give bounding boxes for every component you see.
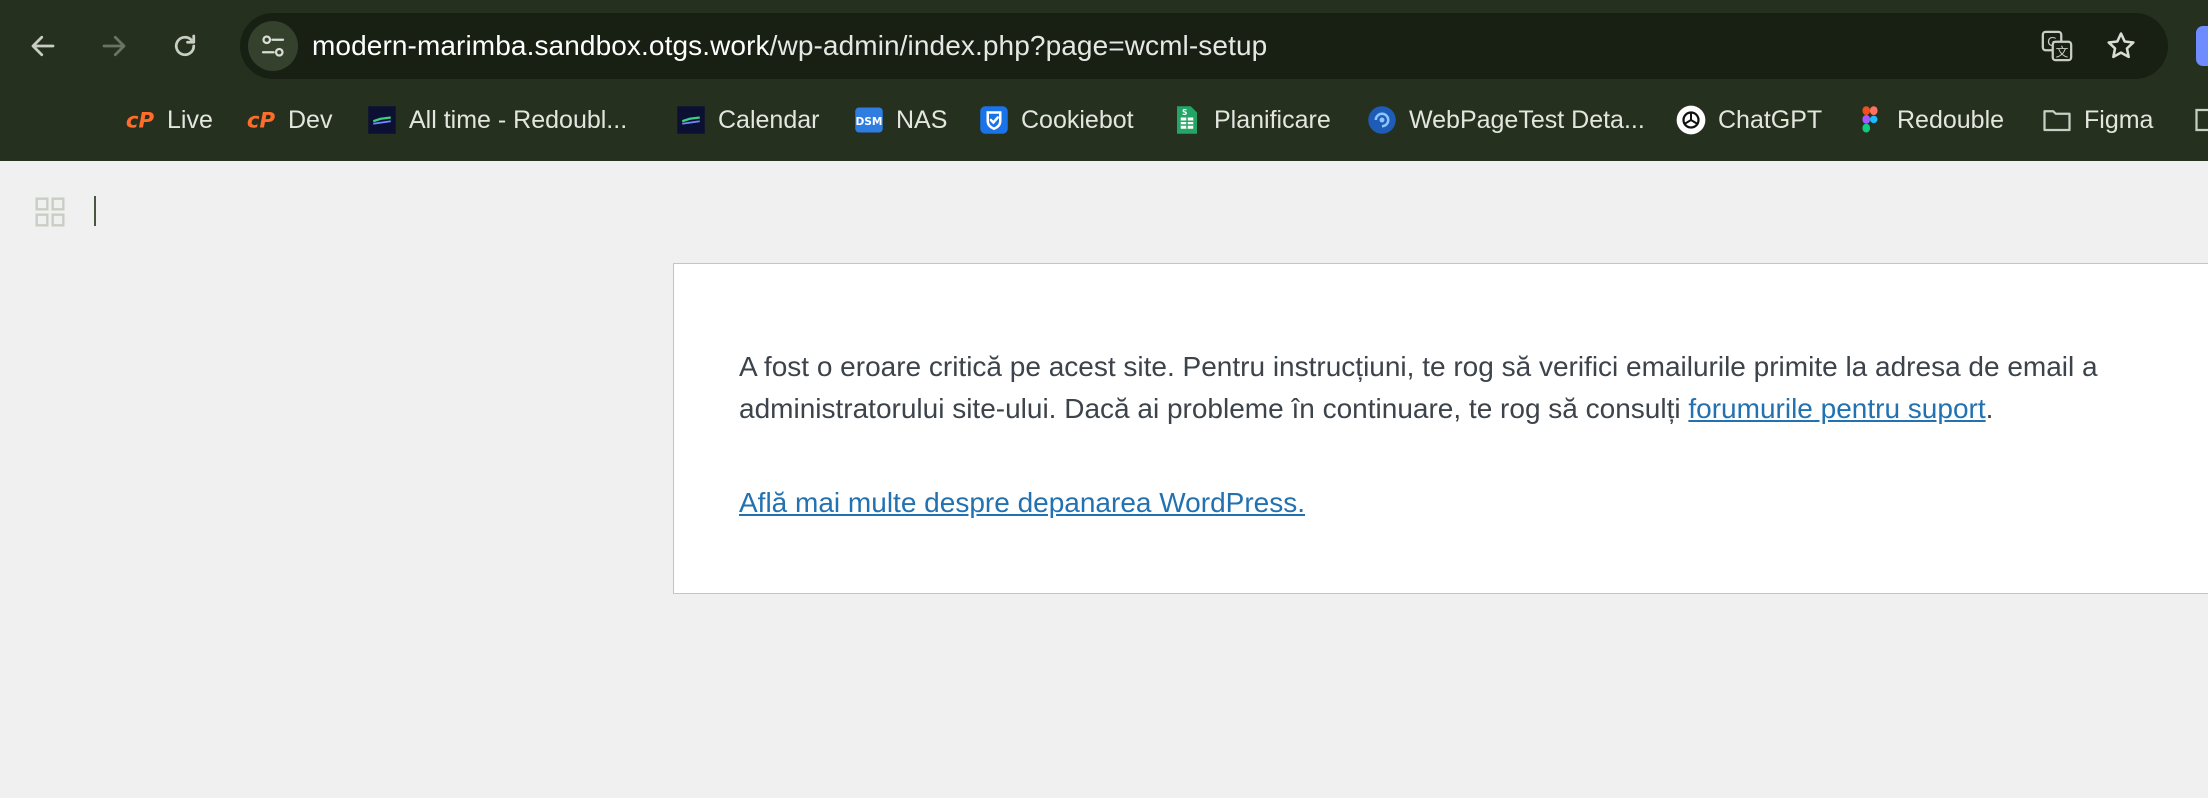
bookmark-all-time-redouble[interactable]: All time - Redoubl... [367,100,627,140]
translate-icon[interactable]: G 文 [2040,29,2074,63]
url-text[interactable]: modern-marimba.sandbox.otgs.work/wp-admi… [312,13,1267,79]
redouble-dashboard-icon [367,105,397,135]
back-button[interactable] [20,23,66,69]
folder-icon [2194,105,2208,135]
browser-chrome: modern-marimba.sandbox.otgs.work/wp-admi… [0,0,2208,227]
bookmark-dev[interactable]: cP Dev [246,100,333,140]
critical-error-box: A fost o eroare critică pe acest site. P… [673,263,2208,594]
redouble-dashboard-icon [676,105,706,135]
bookmark-chatgpt[interactable]: ChatGPT [1676,100,1822,140]
bookmarks-divider [94,196,96,226]
svg-text:S: S [1182,108,1187,117]
bookmark-label: Redouble [1897,105,2005,134]
bookmark-label: Live [167,105,213,134]
reload-button[interactable] [162,23,208,69]
bookmark-label: All time - Redoubl... [409,105,628,134]
error-text-end: . [1985,393,1994,424]
webpagetest-icon [1367,105,1397,135]
address-bar[interactable]: modern-marimba.sandbox.otgs.work/wp-admi… [240,13,2168,79]
bookmark-live[interactable]: cP Live [125,100,213,140]
chatgpt-icon [1676,105,1706,135]
google-sheets-icon: S [1172,105,1202,135]
forward-arrow-icon [102,35,126,57]
bookmark-cookiebot[interactable]: Cookiebot [979,100,1134,140]
bookmark-label: Planificare [1214,105,1331,134]
browser-toolbar: modern-marimba.sandbox.otgs.work/wp-admi… [0,0,2208,92]
folder-icon [2042,105,2072,135]
bookmark-calendar[interactable]: Calendar [676,100,819,140]
apps-grid-icon[interactable] [34,196,66,228]
svg-text:cP: cP [247,109,276,134]
error-message: A fost o eroare critică pe acest site. P… [739,346,2159,430]
bookmark-label: Cookiebot [1021,105,1134,134]
figma-icon [1855,105,1885,135]
bookmark-label: WebPageTest Deta... [1409,105,1645,134]
bookmark-label: Calendar [718,105,820,134]
support-forums-link[interactable]: forumurile pentru suport [1688,393,1985,424]
cookiebot-icon [979,105,1009,135]
profile-chip[interactable] [2196,26,2208,66]
url-host: modern-marimba.sandbox.otgs.work [312,30,770,61]
bookmark-webpagetest[interactable]: WebPageTest Deta... [1367,100,1645,140]
bookmark-figma-folder[interactable]: Figma [2042,100,2153,140]
bookmark-label: ChatGPT [1718,105,1823,134]
bookmark-label: Dev [288,105,333,134]
svg-text:DSM: DSM [855,115,882,128]
bookmark-label: NAS [896,105,948,134]
svg-text:文: 文 [2056,46,2069,61]
back-arrow-icon [31,35,55,57]
svg-text:cP: cP [126,109,155,134]
bookmark-redouble[interactable]: Redouble [1855,100,2004,140]
cpanel-icon: cP [125,105,155,135]
bookmark-overflow[interactable] [2194,100,2208,140]
url-path: /wp-admin/index.php?page=wcml-setup [769,30,1268,61]
bookmark-planificare[interactable]: S Planificare [1172,100,1331,140]
bookmark-star-icon[interactable] [2104,29,2138,63]
forward-button[interactable] [91,23,137,69]
bookmark-nas[interactable]: DSM NAS [854,100,947,140]
dsm-icon: DSM [854,105,884,135]
debugging-learn-more-link[interactable]: Află mai multe despre depanarea WordPres… [739,482,1305,524]
site-info-icon [261,35,285,57]
bookmark-label: Figma [2084,105,2154,134]
cpanel-icon: cP [246,105,276,135]
site-info-button[interactable] [248,21,298,71]
reload-icon [174,34,196,57]
